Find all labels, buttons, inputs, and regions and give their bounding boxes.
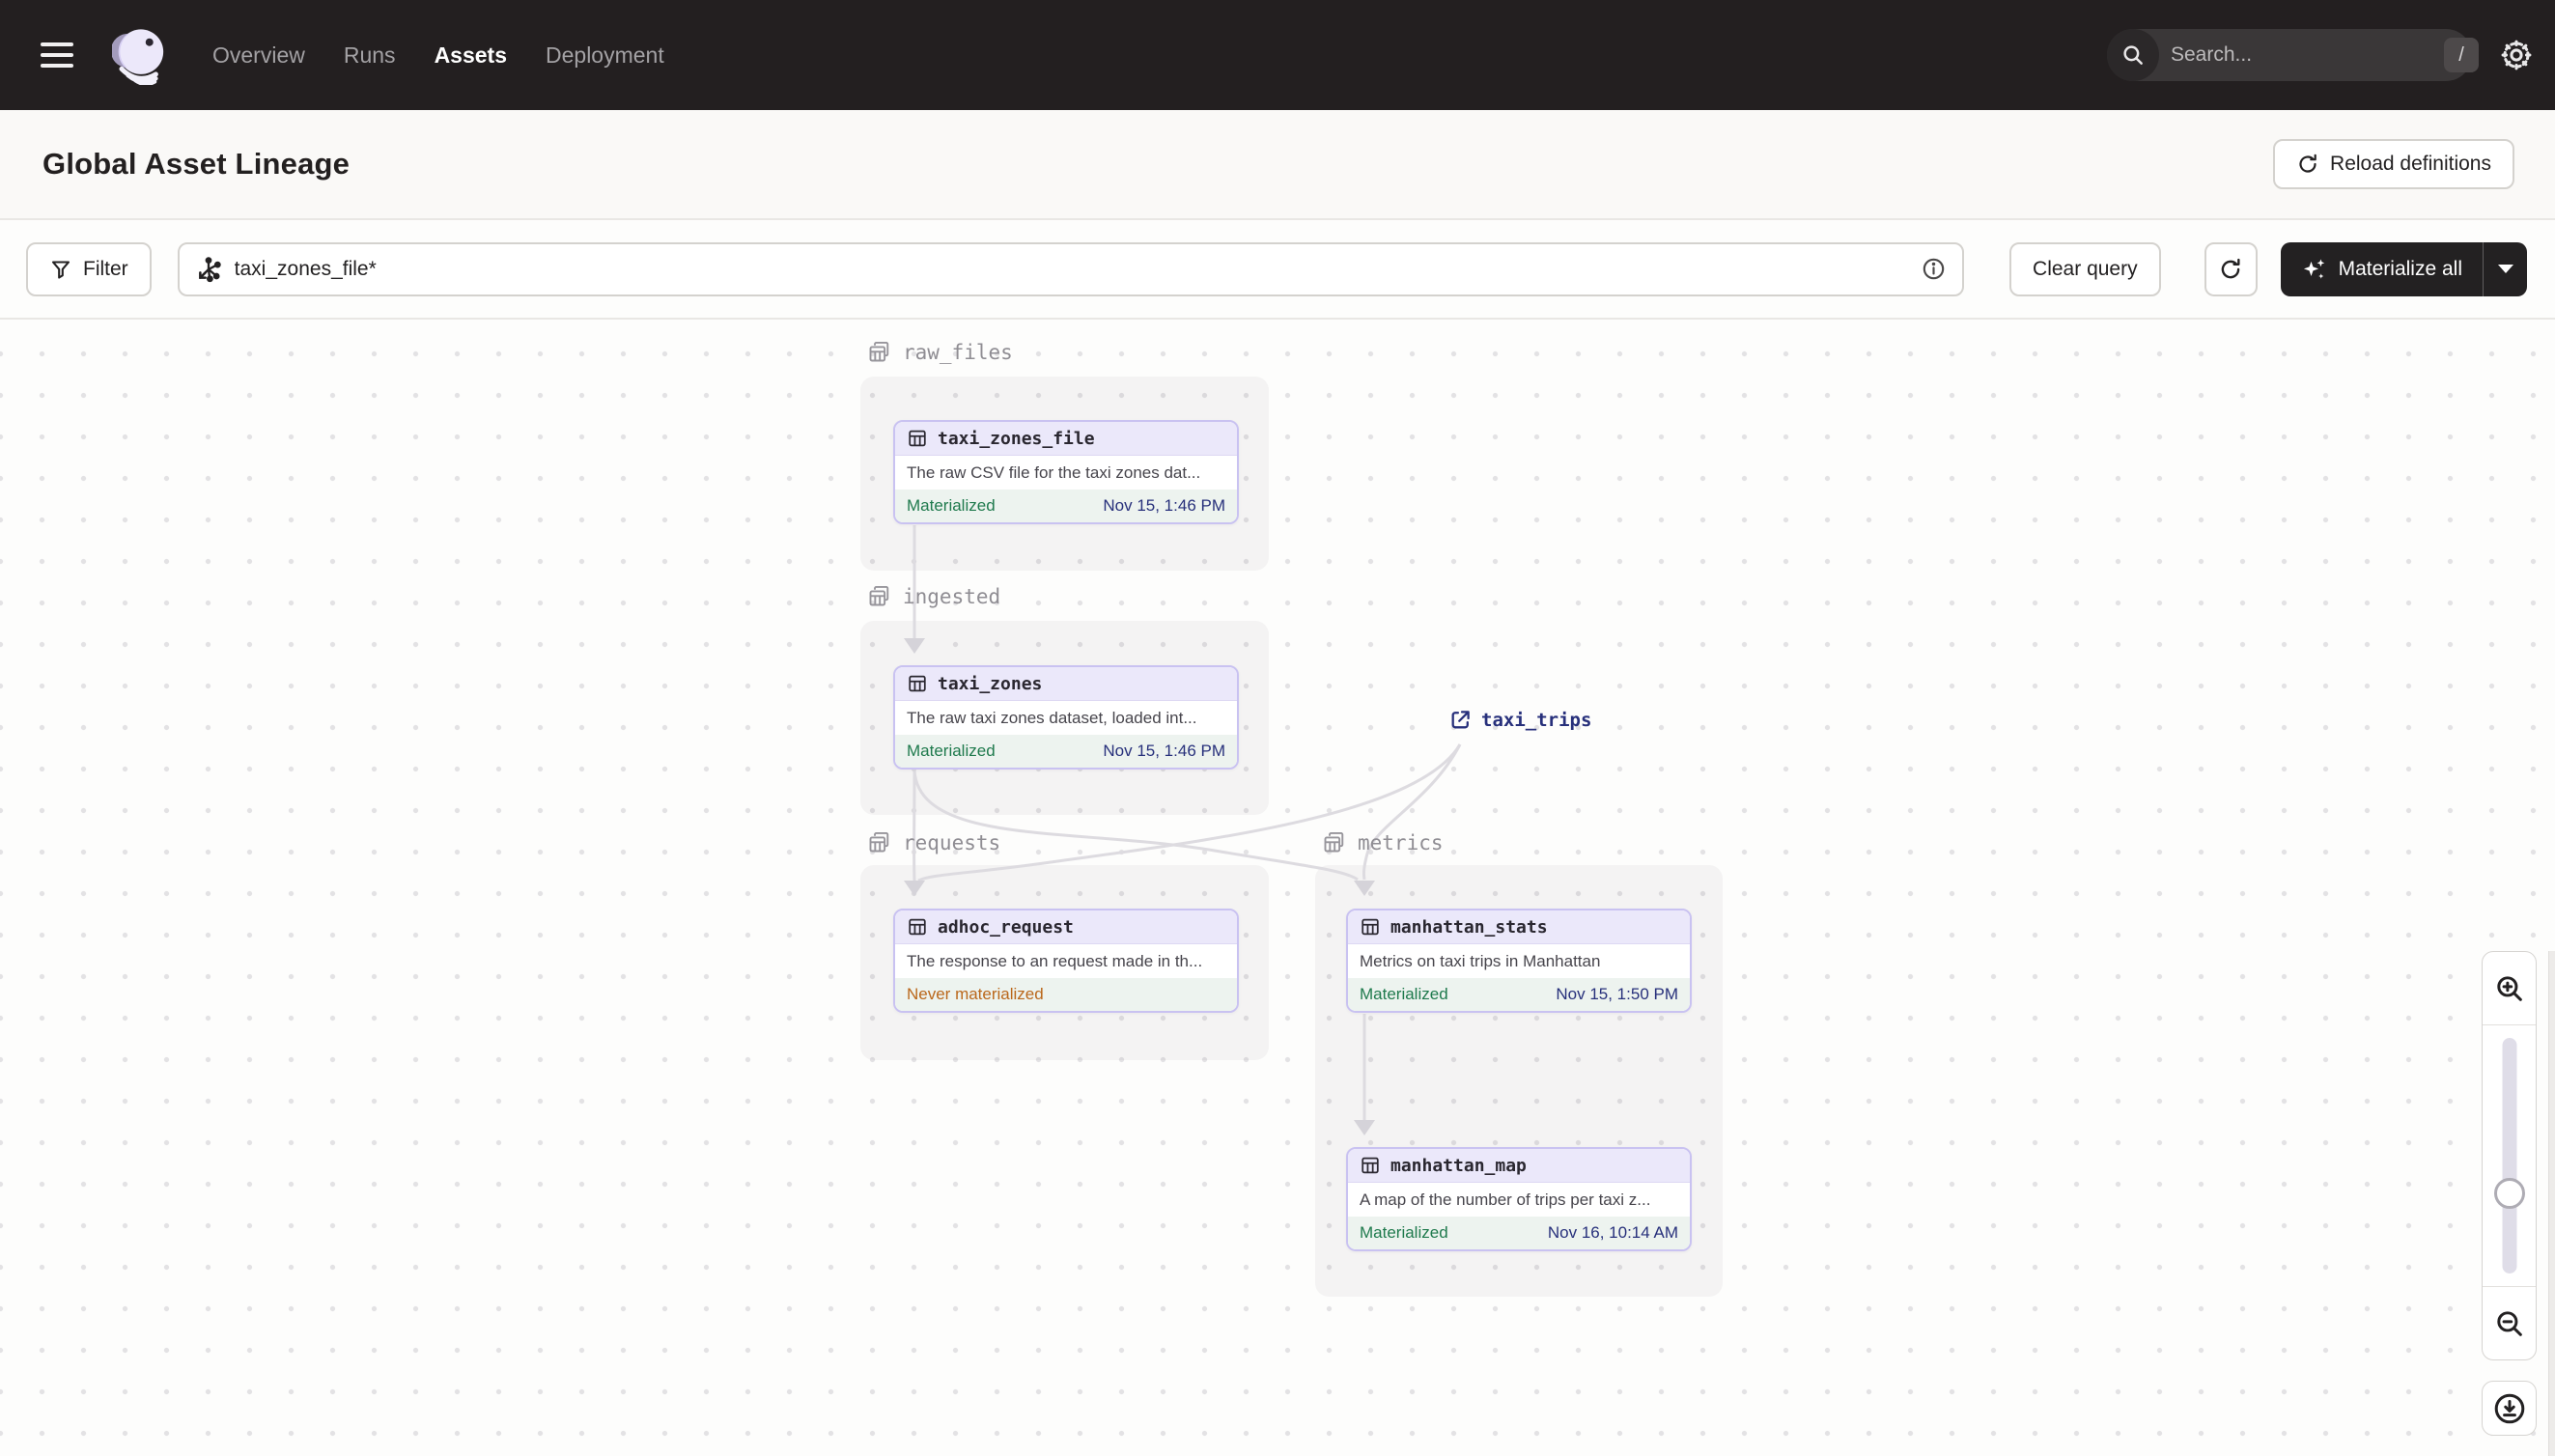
materialization-timestamp: Nov 15, 1:50 PM [1556,985,1678,1003]
asset-node-taxi-zones-file[interactable]: taxi_zones_file The raw CSV file for the… [893,420,1239,524]
asset-group-icon [1324,831,1344,853]
table-icon [909,430,926,447]
asset-group-icon [869,585,889,606]
zoom-out-icon [2496,1310,2522,1336]
table-icon [1362,918,1379,936]
dagster-logo[interactable] [110,25,172,87]
asset-description: The response to an request made in th... [895,944,1237,978]
status-badge: Materialized [907,496,996,515]
status-badge: Materialized [1360,985,1448,1003]
filter-button[interactable]: Filter [26,241,152,296]
status-badge: Materialized [907,742,996,760]
page-header: Global Asset Lineage Reload definitions [0,110,2555,220]
materialization-timestamp: Nov 16, 10:14 AM [1547,1223,1678,1242]
open-external-icon [1451,711,1470,729]
group-label-ingested[interactable]: ingested [866,583,1000,609]
asset-query-field [177,241,1965,296]
reload-icon [2296,153,2319,176]
asset-description: The raw CSV file for the taxi zones dat.… [895,456,1237,490]
filter-icon [49,258,72,281]
lineage-canvas[interactable]: raw_files ingested requests metrics taxi… [0,320,2555,1456]
download-view-button[interactable] [2482,1381,2537,1436]
refresh-button[interactable] [2204,241,2258,296]
asset-node-taxi-zones[interactable]: taxi_zones The raw taxi zones dataset, l… [893,665,1239,770]
nav-item-overview[interactable]: Overview [212,42,305,69]
chevron-down-icon [2497,265,2513,273]
asset-group-icon [869,341,889,362]
zoom-slider [2483,1025,2536,1286]
materialize-options-button[interactable] [2484,242,2527,296]
group-label-requests[interactable]: requests [866,829,1000,855]
reload-definitions-button[interactable]: Reload definitions [2273,139,2514,189]
hamburger-menu-icon[interactable] [41,39,79,71]
external-asset-taxi-trips[interactable]: taxi_trips [1448,708,1591,732]
clear-query-button[interactable]: Clear query [2009,241,2161,296]
download-icon [2494,1393,2524,1423]
gear-icon[interactable] [2497,36,2536,74]
asset-name: taxi_zones [938,673,1043,694]
materialize-all-split-button: Materialize all [2280,241,2527,296]
status-badge: Never materialized [907,985,1044,1003]
table-icon [1362,1157,1379,1174]
lineage-toolbar: Filter Clear query [0,220,2555,320]
asset-node-manhattan-stats[interactable]: manhattan_stats Metrics on taxi trips in… [1346,909,1692,1013]
canvas-scrollbar[interactable] [2548,951,2555,1456]
asset-node-manhattan-map[interactable]: manhattan_map A map of the number of tri… [1346,1147,1692,1251]
zoom-in-icon [2496,975,2522,1001]
zoom-out-button[interactable] [2483,1286,2536,1359]
nav-right: / [2107,0,2555,110]
asset-group-icon [869,831,889,853]
page-title: Global Asset Lineage [42,147,351,181]
search-icon [2107,29,2159,81]
materialize-all-button[interactable]: Materialize all [2281,242,2483,296]
group-label-raw-files[interactable]: raw_files [866,339,1013,365]
asset-name: taxi_zones_file [938,428,1095,449]
asset-name: manhattan_stats [1390,916,1548,938]
asset-query-input[interactable] [234,257,1909,281]
nav-item-deployment[interactable]: Deployment [546,42,664,69]
zoom-in-button[interactable] [2483,952,2536,1025]
slash-shortcut-badge: / [2444,38,2479,72]
nav-item-runs[interactable]: Runs [344,42,396,69]
global-search[interactable]: / [2107,29,2479,81]
asset-description: A map of the number of trips per taxi z.… [1348,1183,1690,1217]
primary-nav: Overview Runs Assets Deployment [212,42,664,69]
search-input[interactable] [2159,43,2444,67]
dagster-asset-lineage-page: Overview Runs Assets Deployment / [0,0,2555,1456]
asset-description: The raw taxi zones dataset, loaded int..… [895,701,1237,735]
query-info-icon[interactable] [1921,256,1947,282]
graph-query-icon [195,256,222,283]
group-label-metrics[interactable]: metrics [1321,829,1444,855]
zoom-slider-track[interactable] [2502,1038,2516,1274]
zoom-controls [2482,951,2537,1360]
top-nav: Overview Runs Assets Deployment / [0,0,2555,110]
table-icon [909,675,926,692]
asset-description: Metrics on taxi trips in Manhattan [1348,944,1690,978]
lineage-edges [904,525,1462,1135]
materialization-timestamp: Nov 15, 1:46 PM [1103,496,1225,515]
asset-node-adhoc-request[interactable]: adhoc_request The response to an request… [893,909,1239,1013]
refresh-icon [2218,257,2243,282]
status-badge: Materialized [1360,1223,1448,1242]
sparkle-icon [2301,256,2328,283]
materialization-timestamp: Nov 15, 1:46 PM [1103,742,1225,760]
table-icon [909,918,926,936]
asset-name: adhoc_request [938,916,1074,938]
nav-item-assets[interactable]: Assets [435,42,507,69]
zoom-slider-handle[interactable] [2493,1178,2525,1209]
asset-name: manhattan_map [1390,1155,1527,1176]
